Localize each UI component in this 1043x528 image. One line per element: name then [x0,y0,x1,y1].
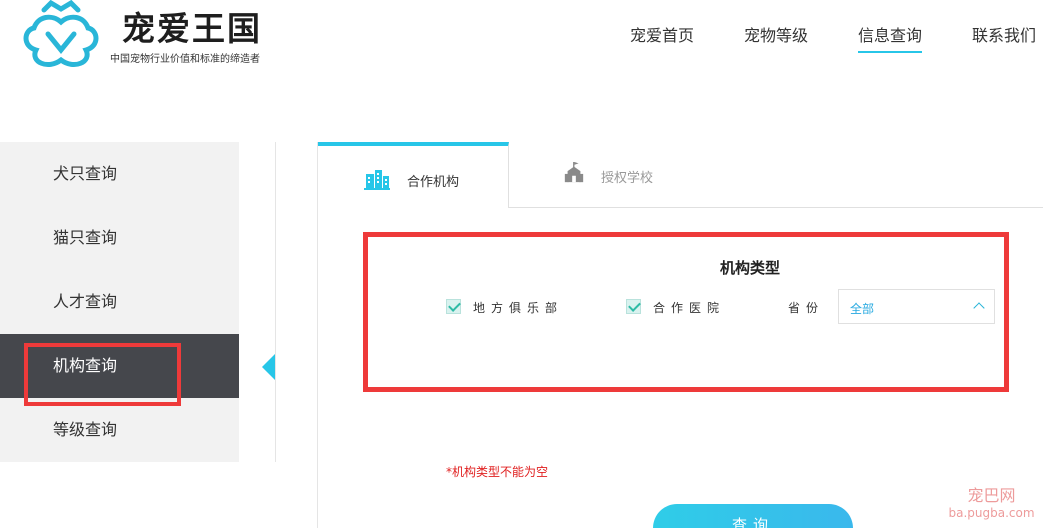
page: 宠爱王国 中国宠物行业价值和标准的缔造者 宠爱首页 宠物等级 信息查询 联系我们… [0,0,1043,528]
query-button-label: 查询 [731,516,774,528]
partner-hospital-checkbox[interactable] [626,299,641,314]
partner-hospital-label[interactable]: 合作医院 [653,299,725,316]
divider [275,142,276,462]
sidebar-item-dog[interactable]: 犬只查询 [0,142,239,206]
sidebar-item-talent[interactable]: 人才查询 [0,270,239,334]
validation-error: *机构类型不能为空 [446,465,549,479]
active-caret-icon [262,354,275,380]
province-select-value: 全部 [850,302,875,316]
brand-tagline: 中国宠物行业价值和标准的缔造者 [110,54,260,65]
nav-info-query[interactable]: 信息查询 [858,22,923,53]
top-nav: 宠爱首页 宠物等级 信息查询 联系我们 [612,0,1043,60]
watermark-url: ba.pugba.com [948,506,1035,520]
sidebar: 犬只查询 猫只查询 人才查询 机构查询 等级查询 [0,142,239,462]
local-club-label[interactable]: 地方俱乐部 [473,299,563,316]
chevron-up-icon [973,302,985,314]
local-club-checkbox[interactable] [446,299,461,314]
province-label: 省份 [788,301,825,315]
sidebar-item-cat[interactable]: 猫只查询 [0,206,239,270]
brand-title: 宠爱王国 [122,9,262,48]
institution-type-title: 机构类型 [720,259,781,277]
tab-partner-institutions[interactable]: 合作机构 [318,142,509,208]
tab-label: 授权学校 [601,171,654,186]
watermark-title: 宠巴网 [967,486,1016,505]
tab-authorized-schools[interactable]: 授权学校 [509,142,1043,208]
query-button[interactable]: 查询 [653,504,853,528]
buildings-icon [364,170,390,190]
logo-mark-icon [23,0,99,67]
nav-home[interactable]: 宠爱首页 [630,22,694,46]
sidebar-item-grade[interactable]: 等级查询 [0,398,239,462]
school-icon [564,162,584,183]
nav-pet-grade[interactable]: 宠物等级 [744,22,808,46]
province-select[interactable]: 全部 [838,289,995,324]
brand-logo[interactable]: 宠爱王国 中国宠物行业价值和标准的缔造者 [18,0,288,72]
nav-contact[interactable]: 联系我们 [972,22,1036,46]
tab-label: 合作机构 [407,175,460,190]
watermark: 宠巴网 ba.pugba.com [944,482,1039,520]
highlight-box-sidebar [24,343,181,406]
